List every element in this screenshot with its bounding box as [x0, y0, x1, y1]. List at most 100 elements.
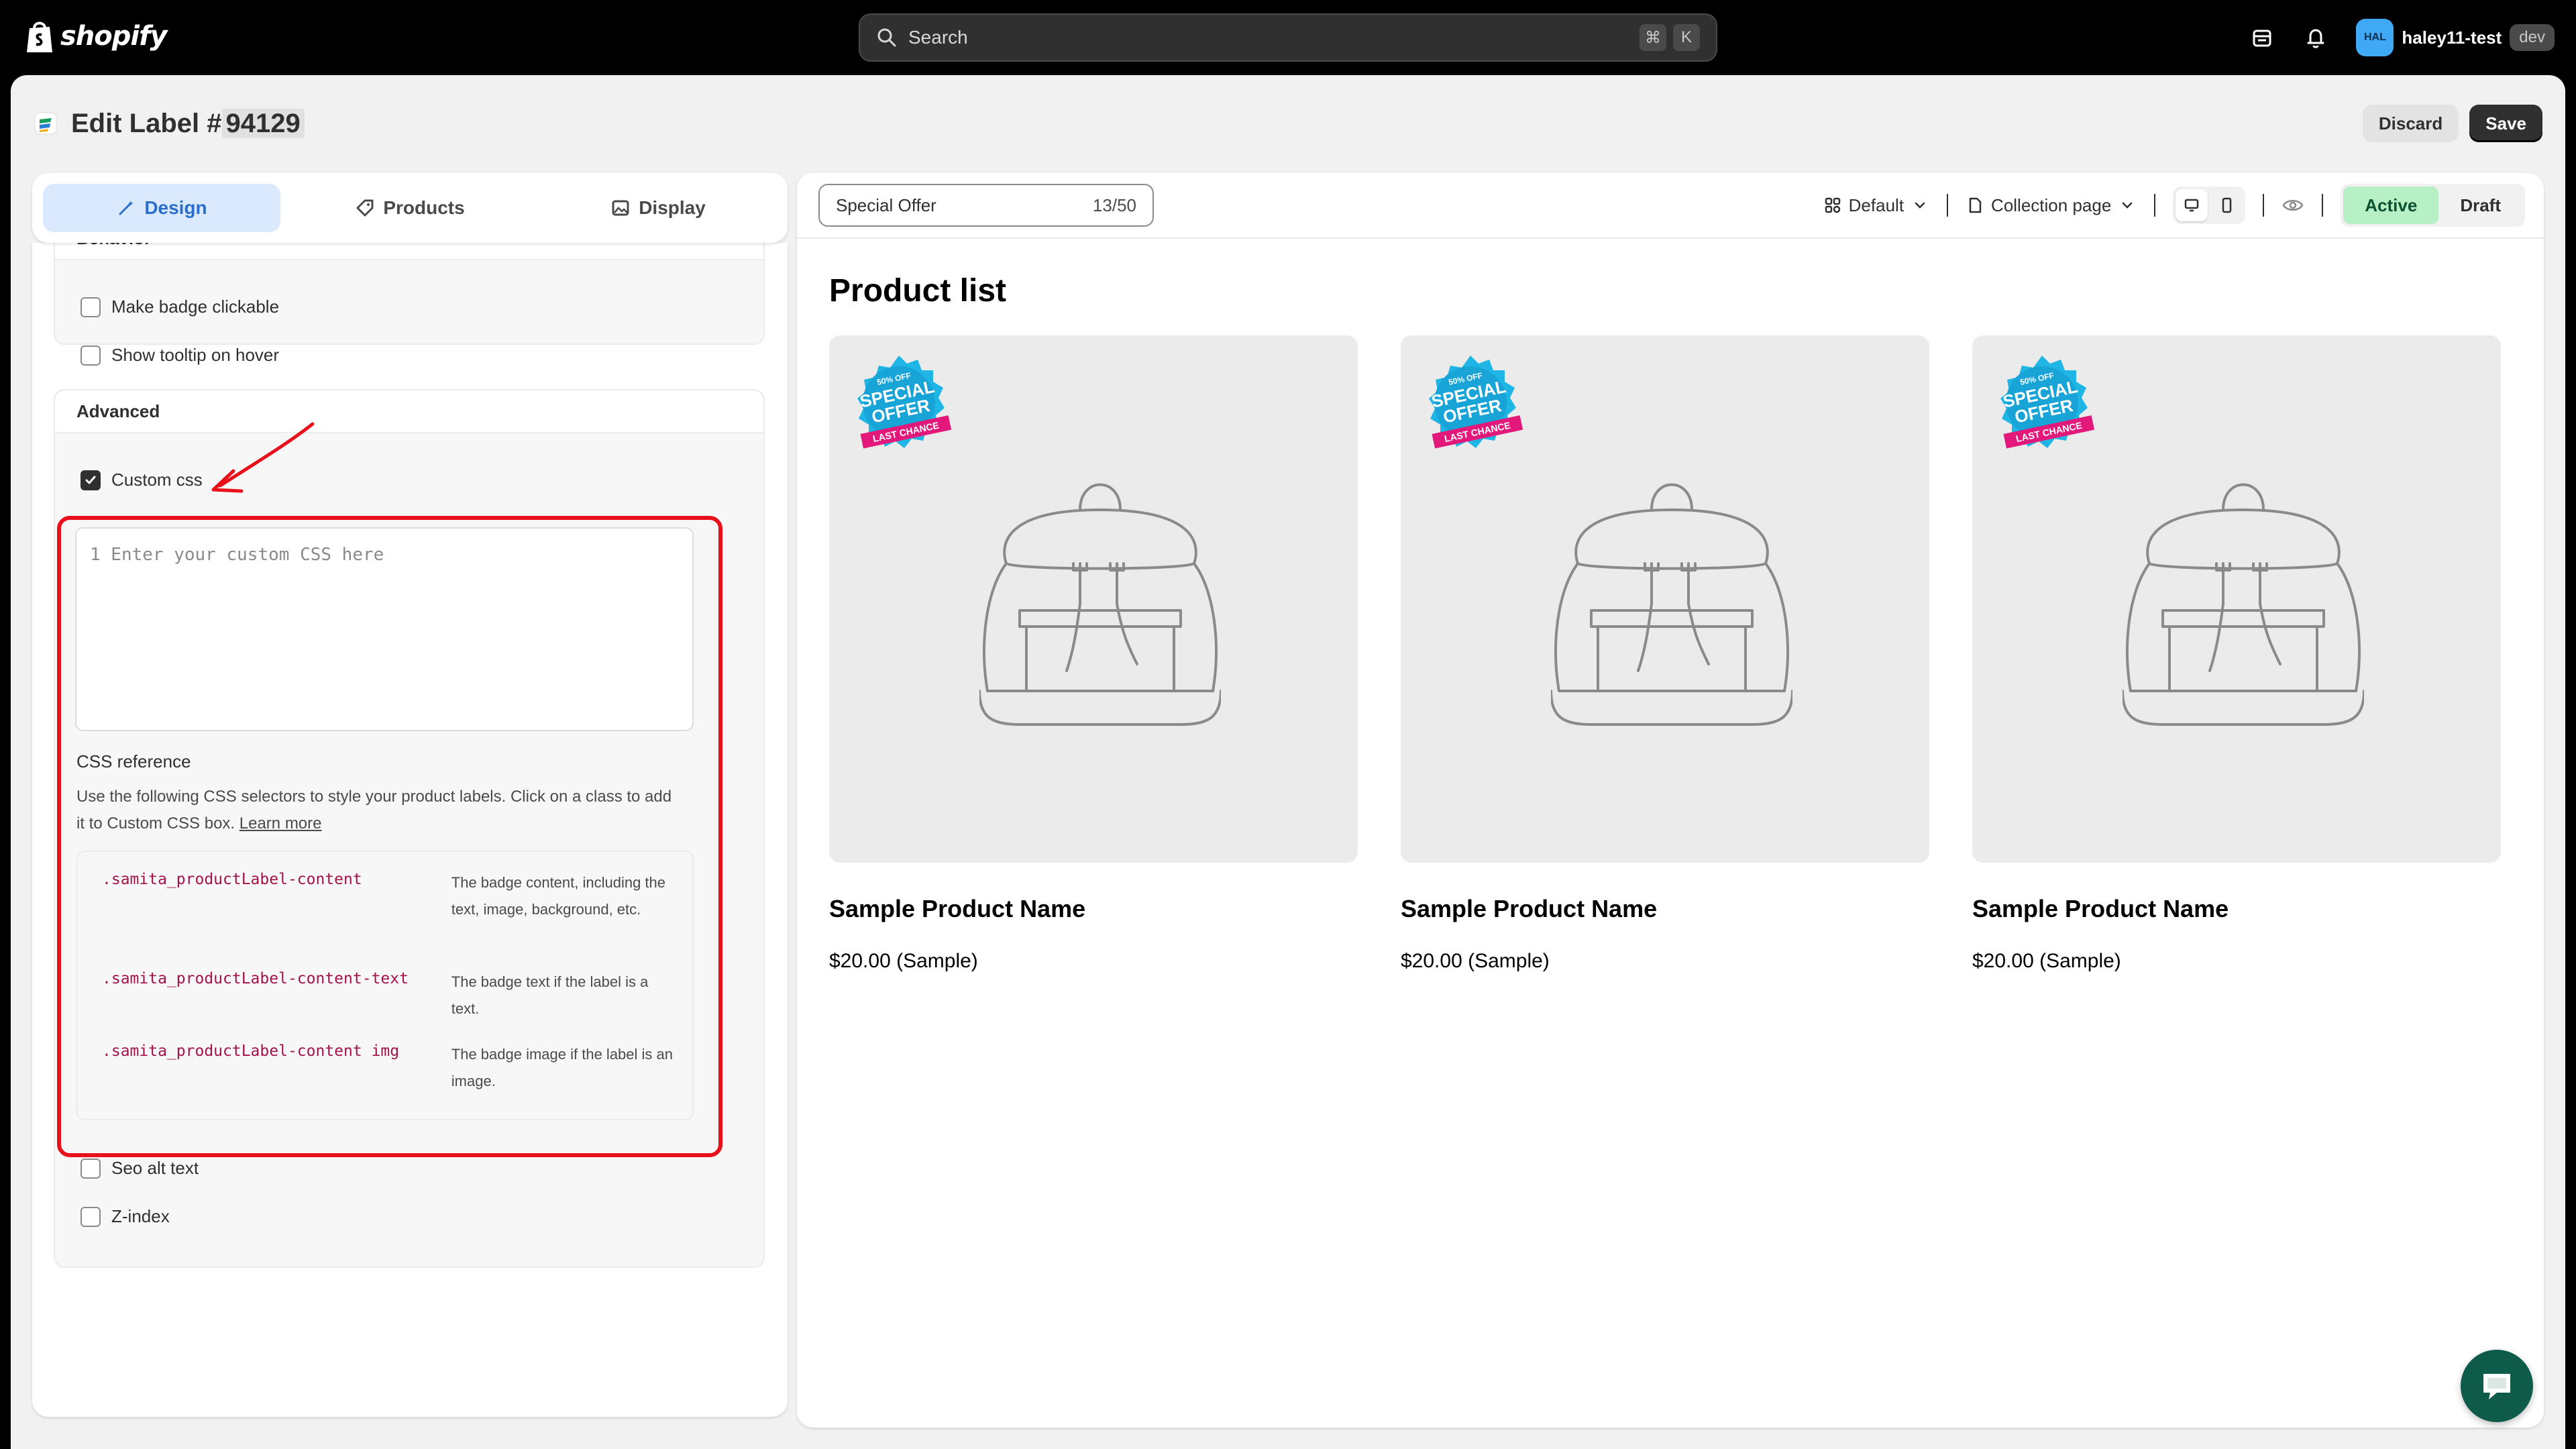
- css-reference-description: Use the following CSS selectors to style…: [76, 784, 680, 837]
- product-name[interactable]: Sample Product Name: [1972, 895, 2501, 923]
- status-active-button[interactable]: Active: [2343, 186, 2439, 224]
- bell-icon[interactable]: [2302, 24, 2329, 51]
- advanced-section-title: Advanced: [55, 390, 763, 433]
- template-dropdown-value: Default: [1848, 195, 1904, 215]
- theme-icon: [1825, 197, 1840, 213]
- selector-name[interactable]: .samita_productLabel-content: [102, 869, 451, 923]
- selector-name[interactable]: .samita_productLabel-content-text: [102, 969, 451, 1022]
- backpack-placeholder-icon: [1551, 483, 1792, 726]
- label-name-input[interactable]: Special Offer 13/50: [818, 184, 1154, 227]
- settings-panel: Behavior Make badge clickable Show toolt…: [32, 173, 788, 1417]
- tab-products-label: Products: [383, 197, 465, 218]
- top-right-actions: HAL haley11-test dev: [2249, 16, 2555, 59]
- make-badge-clickable-option[interactable]: Make badge clickable: [80, 297, 279, 317]
- eye-icon[interactable]: [2282, 194, 2304, 217]
- page-type-dropdown[interactable]: Collection page: [1966, 195, 2137, 216]
- product-price: $20.00 (Sample): [1972, 950, 2121, 972]
- search-bar[interactable]: Search ⌘ K: [859, 13, 1717, 62]
- device-switcher: [2173, 186, 2246, 224]
- app-logo-icon: [34, 112, 57, 135]
- tab-design-label: Design: [144, 197, 207, 218]
- tab-design[interactable]: Design: [43, 184, 280, 232]
- css-selector-table: .samita_productLabel-content The badge c…: [76, 851, 694, 1120]
- show-tooltip-option[interactable]: Show tooltip on hover: [80, 345, 279, 366]
- settings-scroll-area[interactable]: Behavior Make badge clickable Show toolt…: [32, 243, 788, 1417]
- shopify-logo[interactable]: shopify: [25, 19, 168, 54]
- discard-button[interactable]: Discard: [2362, 105, 2459, 142]
- chat-bubble-icon: [2483, 1374, 2510, 1399]
- product-name[interactable]: Sample Product Name: [829, 895, 1358, 923]
- show-tooltip-checkbox[interactable]: [80, 345, 101, 366]
- toolbar-divider: [2263, 194, 2265, 217]
- selector-row[interactable]: .samita_productLabel-content img The bad…: [102, 1041, 679, 1095]
- product-image: 50% OFF SPECIAL OFFER LAST CHANCE: [829, 335, 1358, 863]
- preview-toolbar: Special Offer 13/50 Default Collection p…: [797, 173, 2544, 239]
- page-title-prefix: Edit Label #: [71, 108, 222, 138]
- tab-display-label: Display: [639, 197, 706, 218]
- product-image: 50% OFF SPECIAL OFFER LAST CHANCE: [1401, 335, 1929, 863]
- brand-name: shopify: [60, 21, 168, 52]
- product-name[interactable]: Sample Product Name: [1401, 895, 1929, 923]
- product-card[interactable]: 50% OFF SPECIAL OFFER LAST CHANCE Sample…: [1972, 335, 2501, 973]
- selector-description: The badge content, including the text, i…: [451, 874, 666, 918]
- label-name-count: 13/50: [1092, 195, 1136, 215]
- label-name-value: Special Offer: [836, 195, 936, 215]
- page-header: Edit Label #94129 Discard Save: [34, 98, 2542, 149]
- behavior-section-title: Behavior: [55, 243, 763, 260]
- z-index-option[interactable]: Z-index: [80, 1206, 170, 1227]
- make-badge-clickable-checkbox[interactable]: [80, 297, 101, 317]
- selector-row[interactable]: .samita_productLabel-content-text The ba…: [102, 969, 679, 1022]
- header-actions: Discard Save: [2362, 105, 2542, 142]
- magic-wand-icon: [119, 201, 134, 215]
- chevron-down-icon: [2123, 202, 2133, 209]
- shopify-bag-icon: [27, 21, 52, 52]
- special-offer-badge: 50% OFF SPECIAL OFFER LAST CHANCE: [2000, 356, 2095, 449]
- tab-products[interactable]: Products: [291, 184, 529, 232]
- tab-display[interactable]: Display: [539, 184, 777, 232]
- image-icon: [612, 200, 629, 216]
- product-card[interactable]: 50% OFF SPECIAL OFFER LAST CHANCE Sample…: [1401, 335, 1929, 973]
- toolbar-divider: [2322, 194, 2324, 217]
- product-image: 50% OFF SPECIAL OFFER LAST CHANCE: [1972, 335, 2501, 863]
- shortcut-hint: ⌘ K: [1640, 24, 1700, 51]
- behavior-section: Behavior: [54, 243, 765, 345]
- seo-alt-text-checkbox[interactable]: [80, 1158, 101, 1179]
- selector-name[interactable]: .samita_productLabel-content img: [102, 1041, 451, 1095]
- template-dropdown[interactable]: Default: [1823, 195, 1929, 216]
- status-toggle: Active Draft: [2341, 184, 2525, 227]
- settings-tabs: Design Products Display: [32, 173, 788, 243]
- label-id: 94129: [221, 108, 305, 138]
- custom-css-label: Custom css: [111, 470, 203, 490]
- product-card[interactable]: 50% OFF SPECIAL OFFER LAST CHANCE Sample…: [829, 335, 1358, 973]
- chevron-down-icon: [1915, 202, 1925, 209]
- toolbar-divider: [1947, 194, 1949, 217]
- desktop-icon: [2185, 199, 2199, 212]
- custom-css-placeholder: 1 Enter your custom CSS here: [90, 545, 384, 565]
- app-frame: Edit Label #94129 Discard Save Behavior …: [11, 75, 2565, 1449]
- z-index-checkbox[interactable]: [80, 1206, 101, 1227]
- special-offer-badge: 50% OFF SPECIAL OFFER LAST CHANCE: [1429, 356, 1523, 449]
- show-tooltip-label: Show tooltip on hover: [111, 345, 280, 365]
- search-placeholder: Search: [908, 27, 968, 48]
- page-title: Edit Label #94129: [71, 108, 305, 139]
- store-icon[interactable]: [2249, 24, 2275, 51]
- top-bar: shopify Search ⌘ K HAL haley11-test dev: [0, 0, 2576, 75]
- account-name: haley11-test: [2402, 27, 2502, 48]
- account-menu[interactable]: HAL haley11-test dev: [2356, 19, 2555, 56]
- seo-alt-text-option[interactable]: Seo alt text: [80, 1158, 199, 1179]
- chat-button[interactable]: [2461, 1350, 2533, 1422]
- status-draft-button[interactable]: Draft: [2438, 186, 2522, 224]
- custom-css-checkbox[interactable]: [80, 470, 101, 490]
- mobile-view-button[interactable]: [2210, 189, 2243, 221]
- learn-more-link[interactable]: Learn more: [239, 814, 322, 833]
- selector-row[interactable]: .samita_productLabel-content The badge c…: [102, 869, 679, 923]
- css-reference-text: Use the following CSS selectors to style…: [76, 788, 672, 833]
- desktop-view-button[interactable]: [2176, 189, 2208, 221]
- custom-css-option[interactable]: Custom css: [80, 470, 203, 490]
- preview-tools: Default Collection page Active Draft: [1823, 184, 2525, 227]
- custom-css-editor[interactable]: 1 Enter your custom CSS here: [75, 527, 694, 731]
- search-icon: [877, 28, 896, 47]
- css-reference-title: CSS reference: [76, 751, 191, 771]
- save-button[interactable]: Save: [2469, 105, 2542, 142]
- selector-description: The badge image if the label is an image…: [451, 1046, 673, 1089]
